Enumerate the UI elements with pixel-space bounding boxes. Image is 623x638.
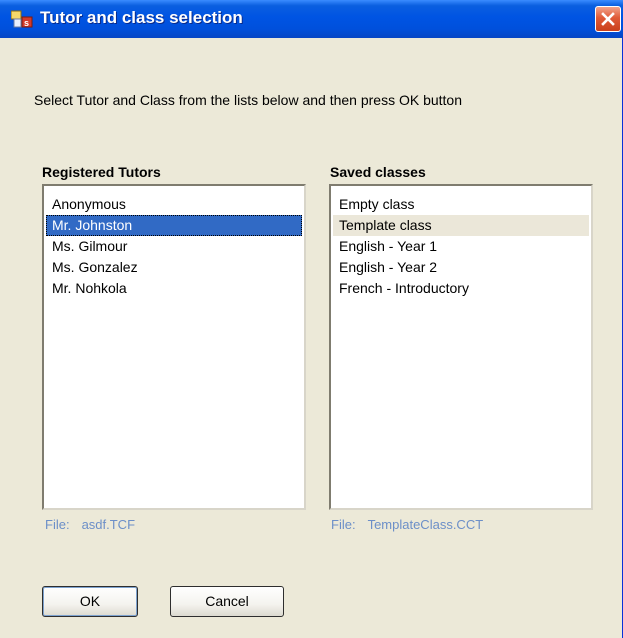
tutors-heading: Registered Tutors	[42, 164, 161, 180]
tutors-file-name: asdf.TCF	[81, 517, 136, 532]
instruction-text: Select Tutor and Class from the lists be…	[34, 92, 462, 108]
tutors-file-info: File: asdf.TCF	[45, 517, 135, 532]
class-item[interactable]: English - Year 2	[333, 257, 589, 278]
close-button[interactable]	[595, 6, 621, 32]
tutor-item[interactable]: Ms. Gilmour	[46, 236, 302, 257]
tutor-item[interactable]: Mr. Nohkola	[46, 278, 302, 299]
app-icon: s	[10, 10, 33, 28]
title-bar[interactable]: s Tutor and class selection	[0, 0, 623, 38]
dialog-window: s Tutor and class selection Select Tutor…	[0, 0, 623, 638]
classes-file-name: TemplateClass.CCT	[367, 517, 484, 532]
classes-heading: Saved classes	[330, 164, 426, 180]
svg-text:s: s	[24, 18, 29, 28]
classes-file-info: File: TemplateClass.CCT	[331, 517, 483, 532]
class-item[interactable]: Empty class	[333, 194, 589, 215]
class-item-hovered[interactable]: Template class	[333, 215, 589, 236]
tutor-item[interactable]: Ms. Gonzalez	[46, 257, 302, 278]
class-item[interactable]: English - Year 1	[333, 236, 589, 257]
cancel-button[interactable]: Cancel	[170, 586, 284, 617]
window-title: Tutor and class selection	[40, 8, 243, 27]
classes-file-label: File:	[331, 517, 356, 532]
close-icon	[601, 12, 615, 26]
tutor-item-selected[interactable]: Mr. Johnston	[46, 215, 302, 236]
tutors-listbox[interactable]: Anonymous Mr. Johnston Ms. Gilmour Ms. G…	[42, 184, 306, 510]
ok-button[interactable]: OK	[42, 586, 138, 617]
tutors-file-label: File:	[45, 517, 70, 532]
tutor-item[interactable]: Anonymous	[46, 194, 302, 215]
classes-listbox[interactable]: Empty class Template class English - Yea…	[329, 184, 593, 510]
class-item[interactable]: French - Introductory	[333, 278, 589, 299]
